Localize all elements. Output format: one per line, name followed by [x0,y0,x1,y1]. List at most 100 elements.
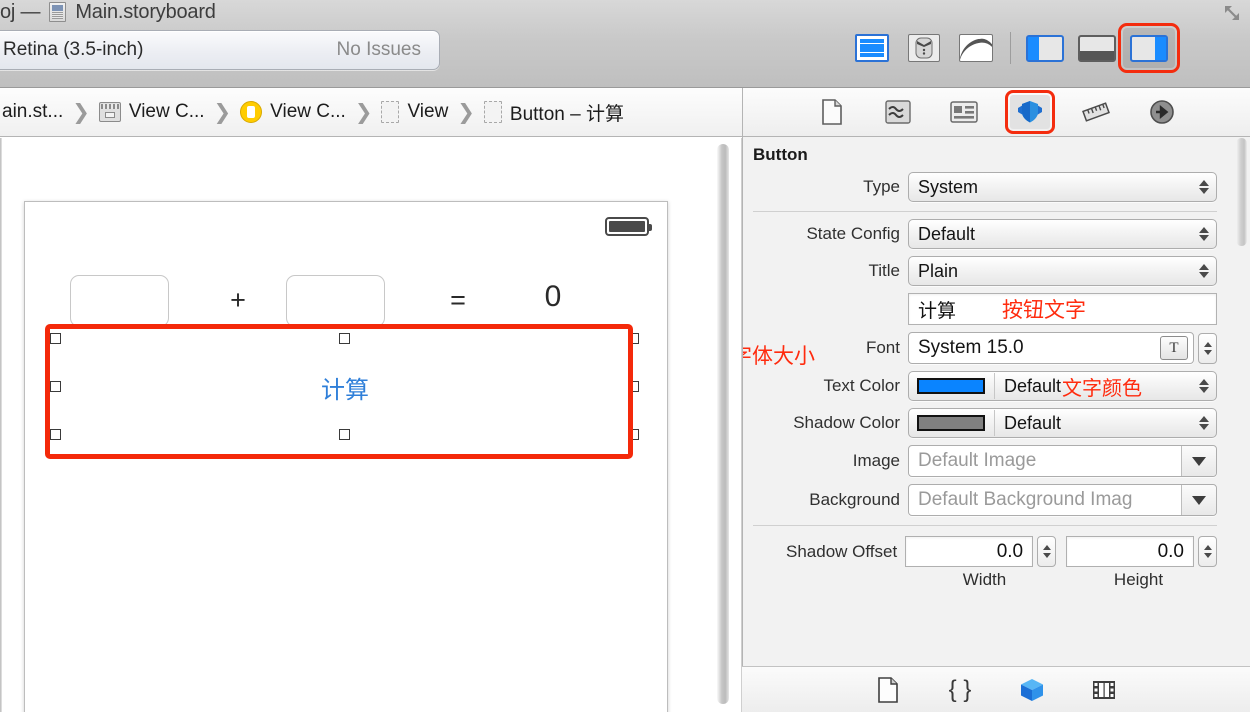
text-field-operand-a[interactable] [70,275,169,327]
version-editor-button[interactable] [950,28,1002,68]
text-color-swatch[interactable] [917,378,985,394]
text-color-popup-button[interactable]: Default 文字颜色 [908,371,1217,401]
quick-help-inspector-tab[interactable] [878,95,918,129]
file-inspector-tab[interactable] [812,95,852,129]
shadow-offset-height-stepper[interactable] [1198,536,1217,567]
fullscreen-arrows-icon[interactable] [1222,3,1242,23]
size-inspector-tab[interactable] [1076,95,1116,129]
resize-handle-top-center[interactable] [339,333,350,344]
breadcrumb-item-button[interactable]: Button – 计算 [482,99,626,126]
scrollbar-thumb[interactable] [1236,138,1247,246]
shadow-offset-height-input[interactable]: 0.0 [1066,536,1194,567]
view-controller-icon [240,101,263,123]
standard-editor-button[interactable] [846,28,898,68]
popup-arrows-icon [1199,180,1209,194]
debug-area-toggle-button[interactable] [1071,28,1123,68]
resize-handle-bottom-center[interactable] [339,429,350,440]
activity-status-view[interactable]: Retina (3.5-inch) No Issues [0,30,440,70]
breadcrumb-label: View C... [270,101,346,122]
width-caption: Width [962,570,1007,589]
code-snippet-library-button[interactable]: { } [940,675,980,705]
title-text-input[interactable]: 计算 按钮文字 [908,293,1217,325]
row-font: 字体大小 Font System 15.0 T [743,332,1250,368]
button-icon [483,101,502,123]
row-shadow-offset: Shadow Offset 0.0 0.0 [743,536,1250,567]
title-label: Title [868,261,901,280]
text-color-label: Text Color [823,376,900,395]
window-title: oj — Main.storyboard [0,0,216,27]
resize-handle-bottom-right[interactable] [628,429,639,440]
breadcrumb: ain.st... ❯ View C... ❯ View C... ❯ View… [0,88,742,137]
font-size-stepper[interactable] [1198,332,1217,364]
object-library-button[interactable] [1012,675,1052,705]
swatch-divider [994,410,995,436]
breadcrumb-item-view[interactable]: View [379,101,450,123]
selected-button-title: 计算 [321,376,369,404]
popup-arrows-icon [1199,264,1209,278]
breadcrumb-label: View C... [128,101,205,122]
breadcrumb-item-storyboard-file[interactable]: ain.st... [0,101,65,123]
identity-inspector-tab[interactable] [944,95,984,129]
image-combo-box[interactable]: Default Image [908,445,1217,477]
navigator-toggle-button[interactable] [1019,28,1071,68]
text-field-operand-b[interactable] [286,275,385,327]
resize-handle-middle-right[interactable] [628,381,639,392]
shadow-color-popup-button[interactable]: Default [908,408,1217,438]
state-config-popup-button[interactable]: Default [908,219,1217,249]
popup-arrows-icon [1199,227,1209,241]
utilities-toggle-button[interactable] [1118,23,1180,73]
resize-handle-top-left[interactable] [50,333,61,344]
row-title-text: 计算 按钮文字 [743,293,1250,325]
interface-builder-canvas[interactable]: + = 0 计算 [0,138,742,712]
row-type: Type System [743,172,1250,202]
file-template-library-button[interactable] [868,675,908,705]
blue-cube-icon [1021,678,1043,701]
inspector-vertical-scrollbar[interactable] [1235,138,1248,658]
chevron-down-icon[interactable] [1181,446,1216,476]
window-title-file: Main.storyboard [75,1,216,23]
connections-inspector-tab[interactable] [1142,95,1182,129]
row-image: Image Default Image [743,445,1250,477]
braces-icon: { } [948,675,972,703]
state-config-label: State Config [806,224,900,243]
type-popup-button[interactable]: System [908,172,1217,202]
swatch-divider [994,373,995,399]
toolbar-button-groups [846,23,1180,73]
document-icon [878,676,898,703]
background-combo-box[interactable]: Default Background Imag [908,484,1217,516]
breadcrumb-item-scene[interactable]: View C... [97,101,207,123]
canvas-left-edge [0,138,2,712]
breadcrumb-separator-icon: ❯ [457,100,475,124]
shadow-color-swatch[interactable] [917,415,985,431]
background-label: Background [809,490,900,509]
font-panel-T-icon[interactable]: T [1160,336,1188,360]
breadcrumb-item-view-controller[interactable]: View C... [238,101,348,123]
chevron-down-icon[interactable] [1181,485,1216,515]
height-caption: Height [1113,570,1164,589]
selected-button[interactable]: 计算 [50,333,639,440]
attributes-inspector-body: Button Type System State Config Default [743,137,1250,665]
utilities-inspector-pane: Button Type System State Config Default [742,88,1250,712]
scrollbar-thumb[interactable] [717,144,729,704]
assistant-editor-button[interactable] [898,28,950,68]
document-icon [822,99,842,125]
media-library-button[interactable] [1084,675,1124,705]
toolbar: oj — Main.storyboard Retina (3.5-inch) N… [0,0,1250,88]
font-label: 字体大小 Font [743,338,908,368]
resize-handle-bottom-left[interactable] [50,429,61,440]
shadow-offset-width-input[interactable]: 0.0 [905,536,1034,567]
device-view-controller[interactable]: + = 0 计算 [24,201,668,712]
font-field[interactable]: System 15.0 T [908,332,1194,364]
popup-arrows-icon [1199,416,1209,430]
shadow-offset-width-stepper[interactable] [1037,536,1057,567]
toolbar-divider [1010,32,1011,64]
attributes-inspector-tab[interactable] [1005,90,1055,134]
breadcrumb-label: View [407,101,449,122]
resize-handle-middle-left[interactable] [50,381,61,392]
row-title: Title Plain [743,256,1250,286]
canvas-vertical-scrollbar[interactable] [716,140,730,710]
bottom-pane-icon [1078,34,1116,62]
resize-handle-top-right[interactable] [628,333,639,344]
title-style-popup-button[interactable]: Plain [908,256,1217,286]
